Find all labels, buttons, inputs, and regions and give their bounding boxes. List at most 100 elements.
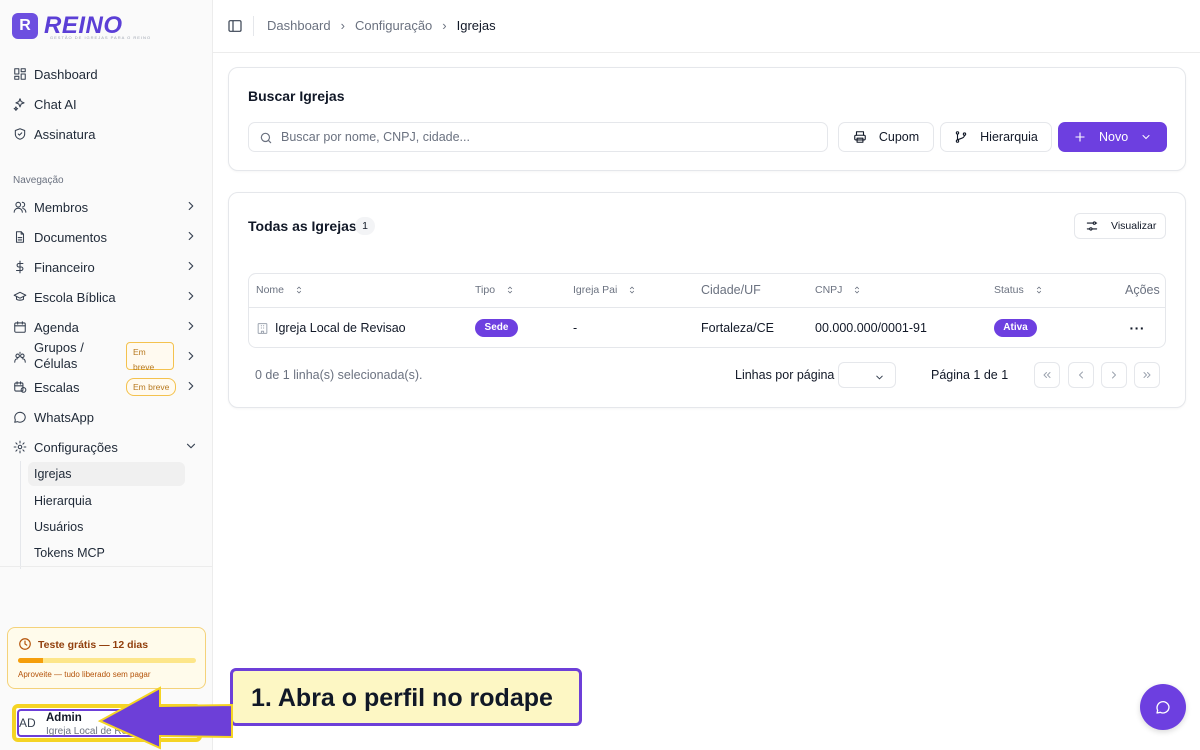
- sidebar-item-escola-biblica[interactable]: Escola Bíblica: [12, 285, 202, 309]
- sparkles-icon: [12, 96, 28, 112]
- sidebar-divider: [0, 566, 212, 567]
- sidebar-toggle-icon[interactable]: [227, 18, 243, 34]
- sidebar-item-chat-ai[interactable]: Chat AI: [12, 92, 202, 116]
- groups-icon: [12, 349, 28, 365]
- more-actions-icon[interactable]: ···: [1130, 320, 1146, 336]
- shield-check-icon: [12, 126, 28, 142]
- visualizar-button[interactable]: Visualizar: [1074, 213, 1166, 239]
- sort-icon: [852, 285, 862, 295]
- profile-button[interactable]: AD Admin Igreja Local de Revisao ›: [12, 704, 202, 742]
- settings-icon: [12, 439, 28, 455]
- sidebar-item-whatsapp[interactable]: WhatsApp: [12, 405, 202, 429]
- chevron-right-icon: [184, 349, 198, 363]
- chevron-down-icon: [874, 370, 885, 381]
- printer-icon: [853, 130, 867, 144]
- sidebar-item-dashboard[interactable]: Dashboard: [12, 62, 202, 86]
- chevron-left-icon: [1079, 371, 1083, 379]
- column-header-igreja-pai[interactable]: Igreja Pai: [573, 284, 637, 296]
- chevron-down-icon[interactable]: [1140, 131, 1152, 143]
- rows-per-page-select[interactable]: [838, 362, 896, 388]
- sidebar-item-label: Documentos: [34, 229, 107, 245]
- breadcrumb-configuracao[interactable]: Configuração: [355, 18, 432, 33]
- column-label: Status: [994, 284, 1024, 296]
- coming-soon-badge: Em breve: [126, 342, 174, 372]
- novo-button[interactable]: Novo: [1058, 122, 1167, 152]
- church-name: Igreja Local de Revisao: [275, 321, 406, 335]
- sidebar-item-configuracoes[interactable]: Configurações: [12, 435, 202, 459]
- breadcrumb-dashboard[interactable]: Dashboard: [267, 18, 331, 33]
- chevron-down-icon: [184, 439, 198, 453]
- trial-progress-bar: [18, 658, 196, 663]
- prev-page-button[interactable]: [1068, 362, 1094, 388]
- first-page-button[interactable]: [1034, 362, 1060, 388]
- sort-icon: [1034, 285, 1044, 295]
- sidebar-item-label: Escola Bíblica: [34, 289, 116, 305]
- sidebar-subitem-usuarios[interactable]: Usuários: [28, 515, 185, 539]
- git-branch-icon: [954, 130, 968, 144]
- chevron-right-icon: [184, 259, 198, 273]
- last-page-button[interactable]: [1134, 362, 1160, 388]
- sidebar-item-label: Dashboard: [34, 66, 98, 82]
- search-icon: [259, 131, 273, 145]
- churches-card-title: Todas as Igrejas: [248, 218, 357, 234]
- profile-name: Admin: [46, 712, 82, 724]
- sidebar-item-label: Financeiro: [34, 259, 95, 275]
- visualizar-button-label: Visualizar: [1111, 220, 1157, 232]
- sidebar-subitem-tokens-mcp[interactable]: Tokens MCP: [28, 541, 185, 565]
- chat-bubble-icon: [1156, 701, 1170, 714]
- cupom-button[interactable]: Cupom: [838, 122, 934, 152]
- chevron-right-icon: [1112, 371, 1116, 379]
- topbar: Dashboard › Configuração › Igrejas: [213, 0, 1200, 53]
- chat-support-button[interactable]: [1140, 684, 1186, 730]
- search-box[interactable]: [248, 122, 828, 152]
- graduation-cap-icon: [12, 289, 28, 305]
- sliders-icon: [1085, 219, 1099, 233]
- brand-tagline: GESTÃO DE IGREJAS PARA O REINO: [50, 35, 152, 40]
- churches-card: Todas as Igrejas 1 Visualizar Nome Tipo …: [228, 192, 1186, 408]
- sidebar-item-membros[interactable]: Membros: [12, 195, 202, 219]
- novo-button-label: Novo: [1099, 130, 1129, 144]
- grid-icon: [12, 66, 28, 82]
- sidebar-item-label: Chat AI: [34, 96, 77, 112]
- column-header-tipo[interactable]: Tipo: [475, 284, 515, 296]
- sidebar-item-documentos[interactable]: Documentos: [12, 225, 202, 249]
- calendar-icon: [12, 319, 28, 335]
- column-header-nome[interactable]: Nome: [256, 284, 304, 296]
- column-header-cnpj[interactable]: CNPJ: [815, 284, 862, 296]
- avatar: AD: [19, 716, 36, 730]
- hierarquia-button[interactable]: Hierarquia: [940, 122, 1052, 152]
- column-label: CNPJ: [815, 284, 843, 296]
- sidebar-item-grupos-celulas[interactable]: Grupos / Células Em breve: [12, 340, 202, 372]
- search-card: Buscar Igrejas Cupom Hierarquia Novo: [228, 67, 1186, 171]
- status-badge: Ativa: [994, 319, 1037, 337]
- users-icon: [12, 199, 28, 215]
- sidebar-item-assinatura[interactable]: Assinatura: [12, 122, 202, 146]
- search-input[interactable]: [281, 127, 821, 147]
- table-row[interactable]: Igreja Local de Revisao Sede - Fortaleza…: [249, 309, 1165, 347]
- breadcrumb-separator-icon: ›: [340, 18, 345, 33]
- dollar-icon: [12, 259, 28, 275]
- chevron-right-icon: [184, 289, 198, 303]
- column-header-acoes: Ações: [1125, 283, 1160, 297]
- rows-per-page-label: Linhas por página: [735, 368, 835, 382]
- cell-igreja-pai: -: [573, 321, 578, 335]
- tutorial-callout: 1. Abra o perfil no rodape: [230, 668, 582, 726]
- sidebar-subitem-hierarquia[interactable]: Hierarquia: [28, 489, 185, 513]
- clock-icon: [18, 637, 32, 651]
- next-page-button[interactable]: [1101, 362, 1127, 388]
- column-header-status[interactable]: Status: [994, 284, 1044, 296]
- count-badge: 1: [355, 217, 375, 235]
- sidebar-item-label: Agenda: [34, 319, 79, 335]
- sidebar-item-agenda[interactable]: Agenda: [12, 315, 202, 339]
- sidebar-item-label: Grupos / Células: [34, 340, 84, 371]
- sidebar-subitem-igrejas[interactable]: Igrejas: [28, 462, 185, 486]
- trial-note: Aproveite — tudo liberado sem pagar: [18, 670, 151, 679]
- column-label: Nome: [256, 284, 285, 296]
- building-icon: [256, 322, 269, 335]
- sidebar-item-escalas[interactable]: Escalas Em breve: [12, 375, 202, 399]
- trial-banner[interactable]: Teste grátis — 12 dias Aproveite — tudo …: [7, 627, 206, 689]
- tutorial-callout-text: 1. Abra o perfil no rodape: [251, 684, 553, 712]
- chevron-updown-icon: ›: [192, 717, 196, 729]
- hierarquia-button-label: Hierarquia: [980, 130, 1038, 144]
- sidebar-item-financeiro[interactable]: Financeiro: [12, 255, 202, 279]
